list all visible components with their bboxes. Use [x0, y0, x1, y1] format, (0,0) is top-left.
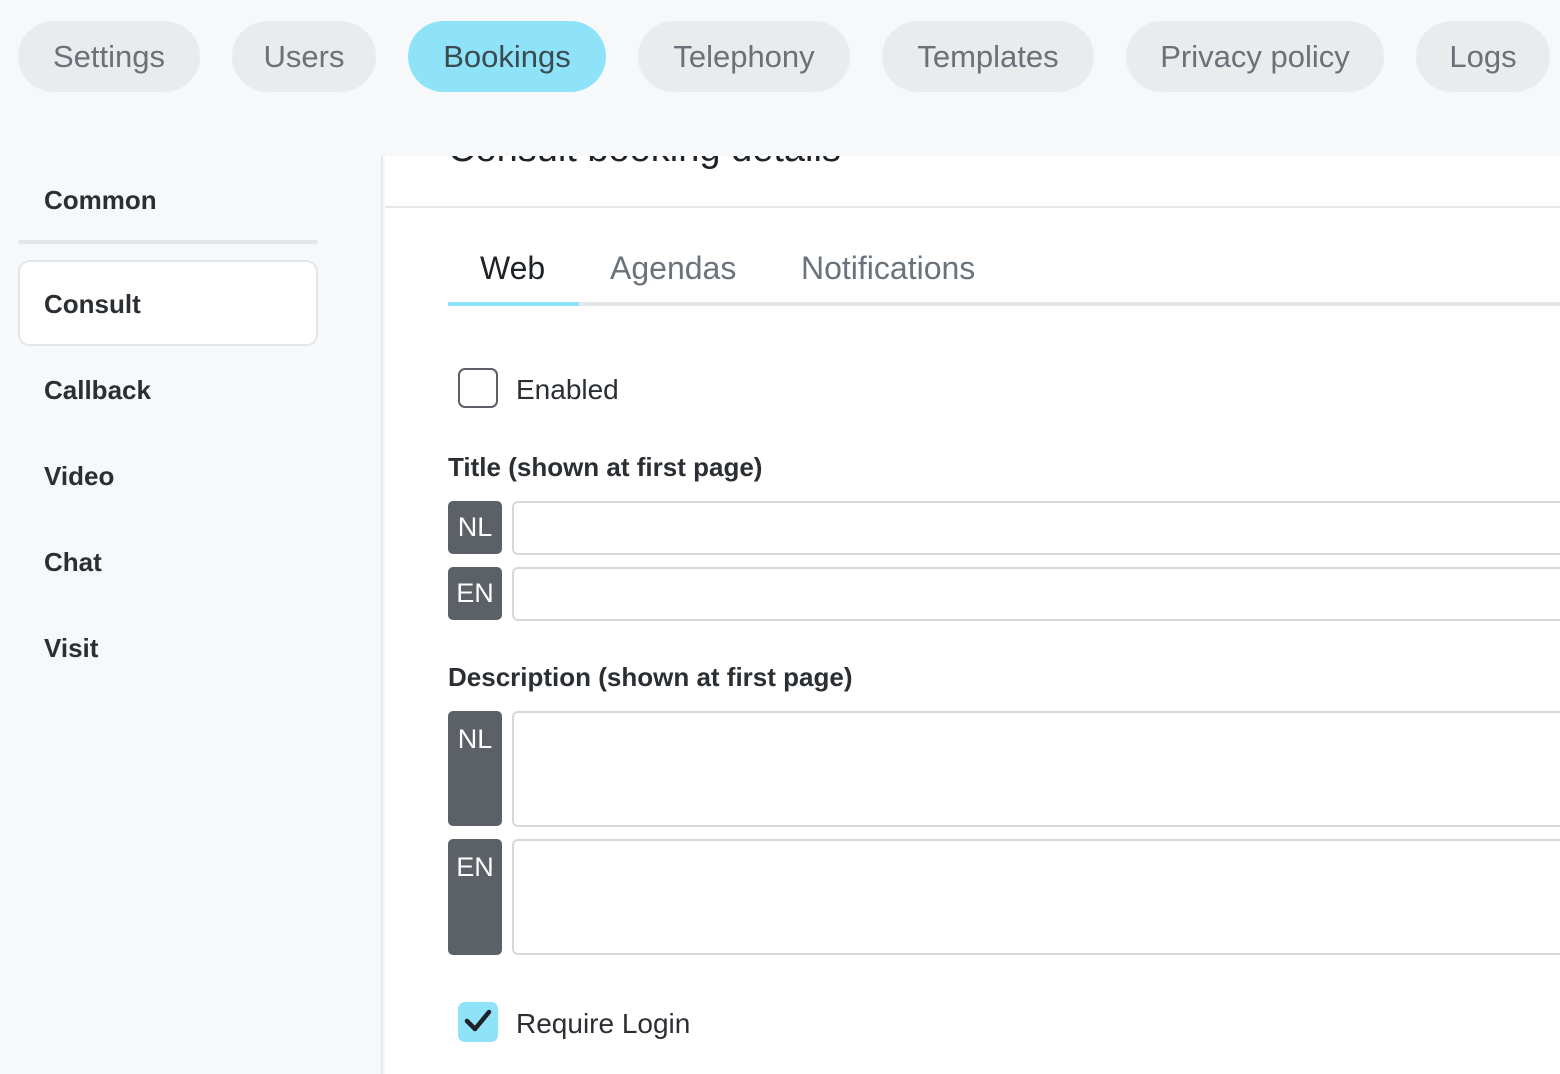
description-nl-textarea[interactable] [512, 711, 1560, 827]
nav-pill-telephony[interactable]: Telephony [638, 21, 850, 92]
description-nl-badge: NL [448, 711, 502, 826]
title-field-label: Title (shown at first page) [448, 452, 763, 482]
enabled-checkbox[interactable] [458, 368, 498, 408]
sidebar-item-chat[interactable]: Chat [44, 547, 102, 578]
sidebar-item-consult[interactable]: Consult [18, 260, 318, 346]
nav-pill-templates[interactable]: Templates [882, 21, 1094, 92]
sidebar-item-label: Consult [44, 289, 141, 319]
title-en-input[interactable] [512, 567, 1560, 621]
app-root: Settings Users Bookings Telephony Templa… [0, 0, 1560, 1074]
title-nl-input[interactable] [512, 501, 1560, 555]
header-divider [385, 206, 1560, 208]
checkmark-icon [464, 1009, 492, 1032]
sidebar-divider [18, 240, 318, 244]
sidebar-item-visit[interactable]: Visit [44, 633, 98, 664]
active-tab-indicator [448, 302, 579, 306]
nav-pill-bookings[interactable]: Bookings [408, 21, 606, 92]
sidebar: Common Consult Callback Video Chat Visit [0, 156, 383, 1074]
tab-agendas[interactable]: Agendas [610, 250, 736, 287]
nav-pill-settings[interactable]: Settings [18, 21, 200, 92]
main-panel: Consult booking details Web Agendas Noti… [385, 156, 1560, 1074]
top-navigation: Settings Users Bookings Telephony Templa… [0, 0, 1560, 115]
tab-web[interactable]: Web [480, 250, 545, 287]
sidebar-item-common[interactable]: Common [44, 185, 157, 216]
enabled-label[interactable]: Enabled [516, 374, 619, 406]
description-field-label: Description (shown at first page) [448, 662, 853, 692]
page-title: Consult booking details [448, 156, 841, 171]
tabs-divider [448, 302, 1560, 306]
nav-pill-users[interactable]: Users [232, 21, 376, 92]
require-login-label[interactable]: Require Login [516, 1008, 690, 1040]
title-nl-badge: NL [448, 501, 502, 554]
description-en-textarea[interactable] [512, 839, 1560, 955]
require-login-checkbox[interactable] [458, 1002, 498, 1042]
sidebar-item-callback[interactable]: Callback [44, 375, 151, 406]
title-en-badge: EN [448, 567, 502, 620]
description-en-badge: EN [448, 839, 502, 955]
nav-pill-privacy-policy[interactable]: Privacy policy [1126, 21, 1384, 92]
nav-pill-logs[interactable]: Logs [1416, 21, 1550, 92]
sidebar-item-video[interactable]: Video [44, 461, 114, 492]
tab-notifications[interactable]: Notifications [801, 250, 975, 287]
